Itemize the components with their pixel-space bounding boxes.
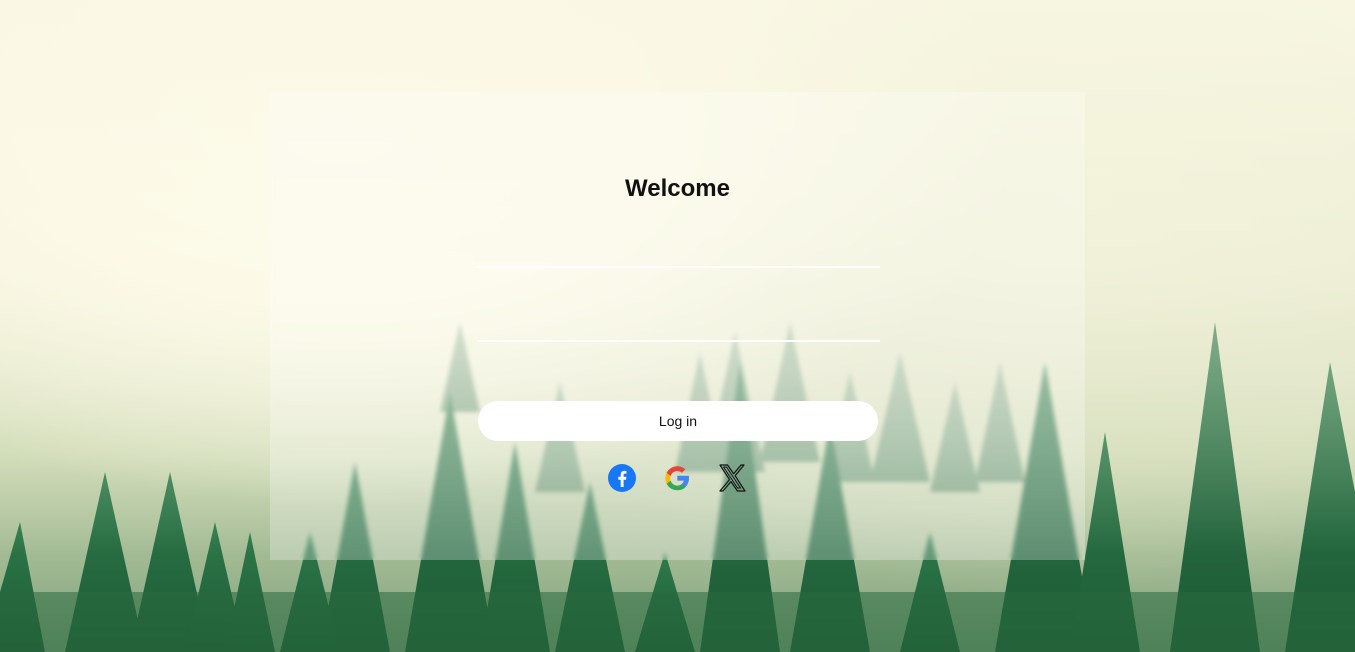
- page-title: Welcome: [625, 175, 730, 202]
- x-icon[interactable]: [717, 463, 747, 493]
- password-field[interactable]: [477, 308, 880, 342]
- facebook-icon[interactable]: [607, 463, 637, 493]
- username-field[interactable]: [477, 234, 880, 268]
- google-icon[interactable]: [662, 463, 692, 493]
- login-button[interactable]: Log in: [478, 401, 878, 441]
